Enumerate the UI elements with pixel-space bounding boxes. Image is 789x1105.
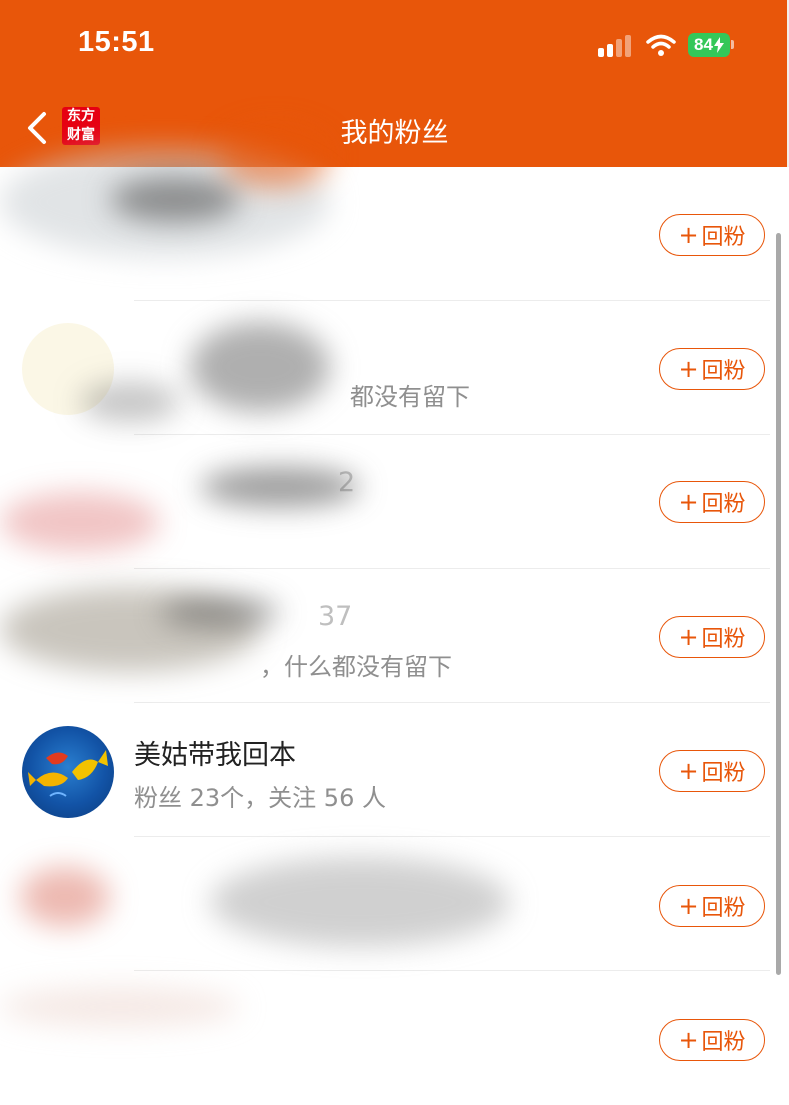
status-time: 15:51 <box>78 26 155 58</box>
plus-icon: + <box>678 757 699 785</box>
redaction-smudge <box>210 857 510 947</box>
scrollbar[interactable] <box>776 233 781 975</box>
battery-nub <box>731 40 734 49</box>
plus-icon: + <box>678 488 699 516</box>
plus-icon: + <box>678 892 699 920</box>
follow-back-button[interactable]: + 回粉 <box>659 616 765 658</box>
fan-desc: 都没有留下 <box>350 383 470 411</box>
plus-icon: + <box>678 355 699 383</box>
app-header: 15:51 84 东方 财富 我的粉丝 <box>0 0 789 167</box>
redaction-smudge <box>110 177 240 222</box>
follow-back-label: 回粉 <box>701 225 746 250</box>
list-item[interactable]: 美姑带我回本 粉丝 23个，关注 56 人 + 回粉 <box>0 703 770 837</box>
battery-charging-icon: 84 <box>688 33 730 57</box>
follow-back-button[interactable]: + 回粉 <box>659 348 765 390</box>
follow-back-label: 回粉 <box>701 1030 746 1055</box>
follow-back-label: 回粉 <box>701 761 746 786</box>
redaction-smudge <box>20 867 110 927</box>
redaction-smudge <box>160 597 280 627</box>
follow-back-label: 回粉 <box>701 896 746 921</box>
page-title: 我的粉丝 <box>340 118 449 149</box>
follow-back-button[interactable]: + 回粉 <box>659 1019 765 1061</box>
cellular-signal-icon <box>598 35 634 57</box>
redaction-smudge <box>190 322 330 412</box>
fan-name: 美姑带我回本 <box>134 740 296 771</box>
follow-back-button[interactable]: + 回粉 <box>659 885 765 927</box>
fans-list: + 回粉 都没有留下 + 回粉 2 + 回粉 37 ，什么都没有留下 + 回粉 <box>0 127 789 1061</box>
battery-level: 84 <box>694 35 713 54</box>
plus-icon: + <box>678 221 699 249</box>
avatar <box>22 726 114 818</box>
redaction-smudge <box>0 987 240 1027</box>
follow-back-button[interactable]: + 回粉 <box>659 750 765 792</box>
plus-icon: + <box>678 1026 699 1054</box>
redaction-smudge <box>0 492 160 552</box>
follow-back-button[interactable]: + 回粉 <box>659 214 765 256</box>
follow-back-button[interactable]: + 回粉 <box>659 481 765 523</box>
follow-back-label: 回粉 <box>701 359 746 384</box>
fan-name: 37 <box>318 601 353 632</box>
fan-desc: 粉丝 23个，关注 56 人 <box>134 784 386 812</box>
follow-back-label: 回粉 <box>701 627 746 652</box>
goldfish-icon <box>28 750 108 797</box>
redaction-smudge <box>80 382 180 422</box>
bolt-icon <box>713 37 724 53</box>
redaction-smudge <box>200 467 360 507</box>
redaction-smudge <box>220 127 330 187</box>
wifi-icon <box>646 34 676 56</box>
plus-icon: + <box>678 623 699 651</box>
fan-desc: ，什么都没有留下 <box>260 653 452 681</box>
follow-back-label: 回粉 <box>701 492 746 517</box>
